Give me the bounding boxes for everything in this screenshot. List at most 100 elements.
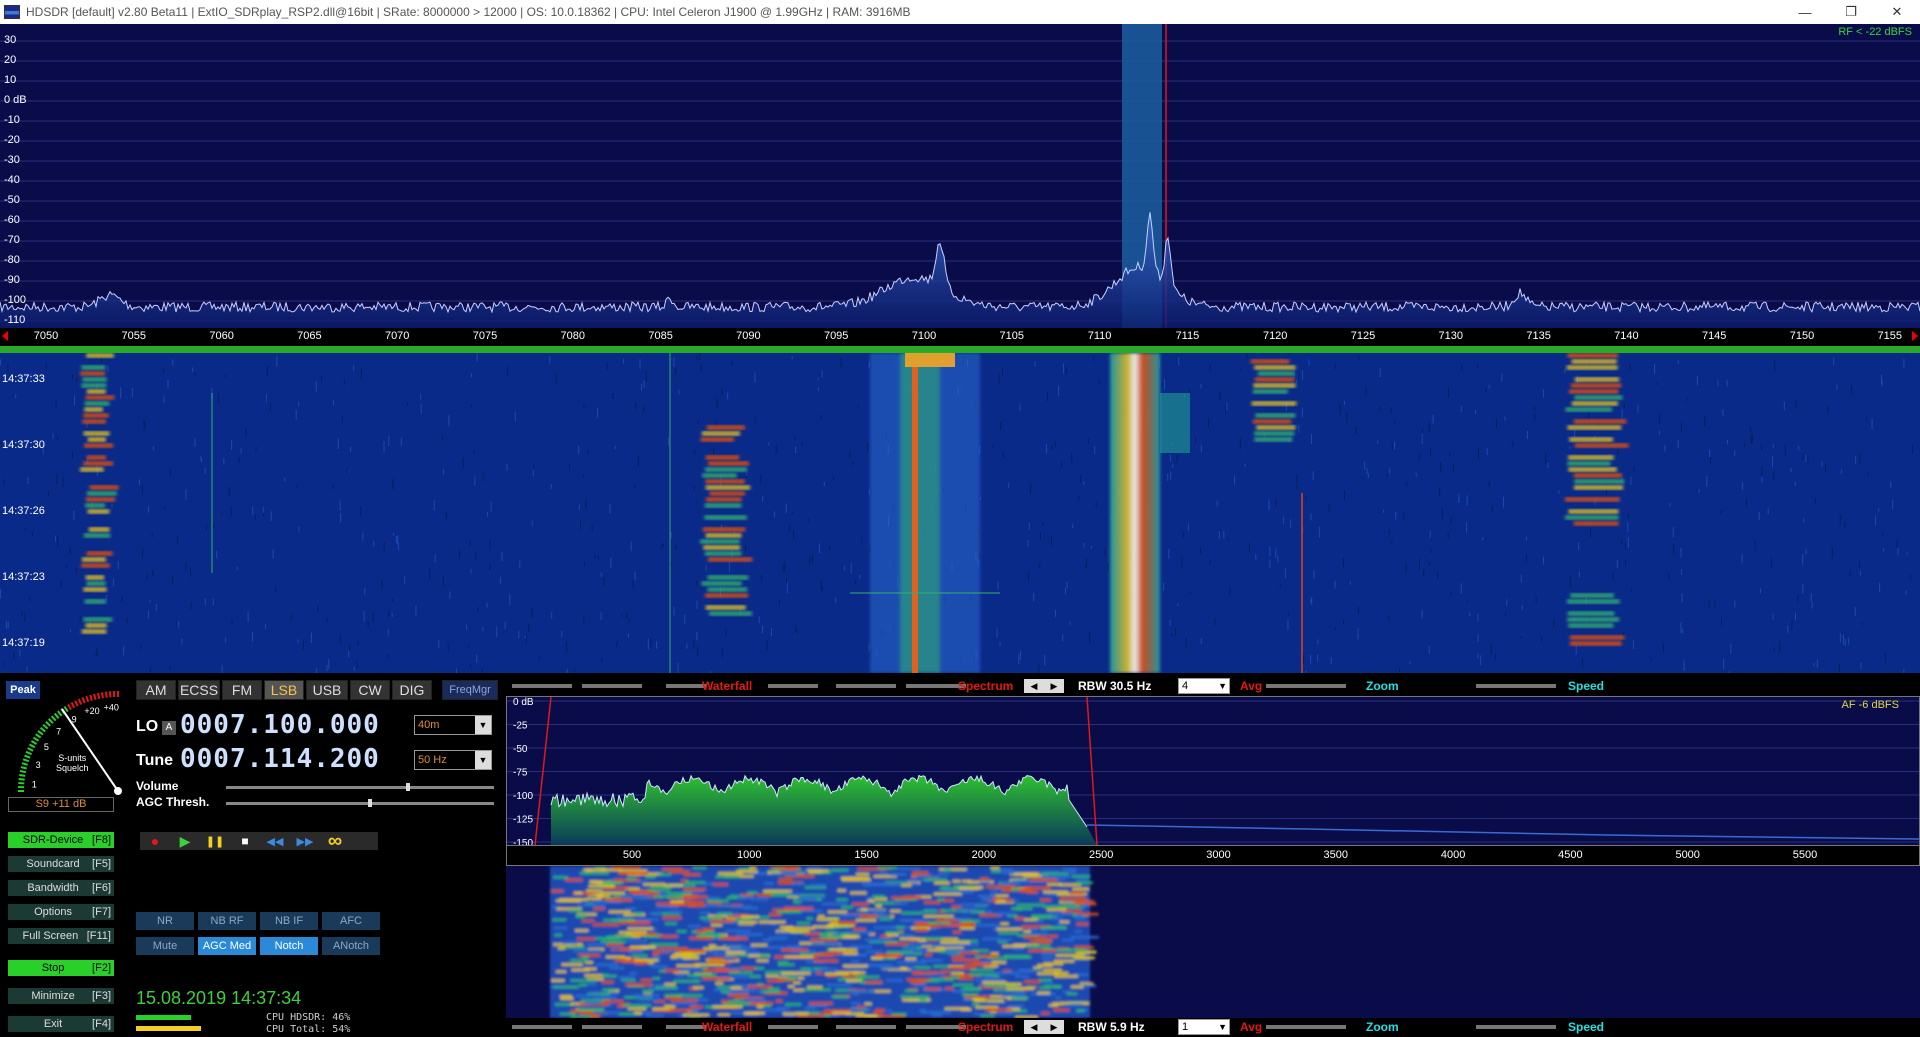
rf-spectrum-display[interactable]: 30 20 10 0 dB -10 -20 -30 -40 -50 -60 -70 -80 -90 -10… [0,24,1920,328]
chevron-down-icon[interactable]: ▼ [475,751,491,769]
mini-slider[interactable] [768,684,818,688]
avg-select[interactable]: 1 ▼ [1178,1019,1230,1035]
volume-slider[interactable] [226,786,494,789]
rbw-arrows[interactable]: ◀ ▶ [1024,1020,1064,1034]
freqmgr-button[interactable]: FreqMgr [442,680,498,700]
nb-if-button[interactable]: NB IF [260,912,318,930]
frequency-tick-label: 7100 [911,330,937,342]
zoom-label: Zoom [1366,1020,1399,1034]
avg-label: Avg [1240,679,1263,693]
af-frequency-tick-label: 4000 [1440,849,1466,861]
tune-frequency[interactable]: 0007.114.200 [180,744,380,774]
stop-icon[interactable]: ■ [230,834,260,848]
chevron-down-icon[interactable]: ▼ [1218,679,1227,693]
minimize-button[interactable]: — [1782,0,1828,24]
mode-button-usb[interactable]: USB [306,680,348,700]
mode-button-lsb[interactable]: LSB [264,680,304,700]
s-units-label: S-units Squelch [56,753,89,773]
agc-med-button[interactable]: AGC Med [198,937,256,955]
mini-slider[interactable] [768,1025,818,1029]
mini-slider[interactable] [836,1025,896,1029]
band-select[interactable]: 40m ▼ [414,715,492,735]
af-db-label: -50 [513,744,528,755]
agc-thresh-slider-thumb[interactable] [368,799,373,807]
restore-button[interactable]: ❐ [1828,0,1874,24]
mini-slider[interactable] [666,1025,706,1029]
mini-slider[interactable] [906,1025,966,1029]
anotch-button[interactable]: ANotch [322,937,380,955]
af-frequency-scale[interactable]: 500 1000 1500 2000 2500 3000 3500 4000 4500 5000 5… [506,846,1920,866]
side-button-label: Full Screen [22,930,79,942]
avg-select[interactable]: 4 ▼ [1178,678,1230,694]
mini-slider[interactable] [582,684,642,688]
mini-slider[interactable] [1266,1025,1346,1029]
zoom-label: Zoom [1366,679,1399,693]
volume-slider-thumb[interactable] [405,783,410,791]
side-button-exit[interactable]: Exit [F4] [8,1016,114,1032]
side-button-options[interactable]: Options [F7] [8,904,114,920]
lo-frequency[interactable]: 0007.100.000 [180,710,380,740]
db-tick-label: -30 [4,154,20,166]
s-meter: 1 3 5 7 9 +20 +40 Peak S-units Squelch S9 +11 … [0,673,130,813]
mini-slider[interactable] [666,684,706,688]
mini-slider[interactable] [1476,684,1556,688]
record-icon[interactable]: ● [140,833,170,849]
af-spectrum-display[interactable]: 0 dB -25 -50 -75 -100 -125 -150 AF -6 dBFS [506,696,1920,849]
nr-button[interactable]: NR [136,912,194,930]
frequency-tick-label: 7080 [560,330,586,342]
peak-button[interactable]: Peak [6,681,40,699]
cpu-hdsdr-text: CPU HDSDR: 46% [266,1012,351,1023]
arrow-right-icon[interactable]: ▶ [1051,1022,1058,1033]
rbw-arrows[interactable]: ◀ ▶ [1024,679,1064,693]
mode-button-ecss[interactable]: ECSS [178,680,220,700]
side-button-label: Exit [43,1018,63,1030]
mini-slider[interactable] [512,1025,572,1029]
scroll-right-icon[interactable] [1912,331,1918,341]
scroll-left-icon[interactable] [2,331,8,341]
chevron-down-icon[interactable]: ▼ [475,716,491,734]
afc-button[interactable]: AFC [322,912,380,930]
side-button-sdr-device[interactable]: SDR-Device [F8] [8,832,114,848]
mode-button-dig[interactable]: DIG [392,680,432,700]
rf-frequency-scale[interactable]: 7050 7055 7060 7065 7070 7075 7080 7085 7090 7095… [0,328,1920,346]
play-icon[interactable]: ▶ [170,833,200,850]
rewind-icon[interactable]: ◀◀ [260,835,290,848]
nb-rf-button[interactable]: NB RF [198,912,256,930]
side-button-minimize[interactable]: Minimize [F3] [8,988,114,1004]
mini-slider[interactable] [836,684,896,688]
agc-thresh-slider[interactable] [226,802,494,805]
af-frequency-tick-label: 5000 [1675,849,1700,861]
loop-icon[interactable]: ∞ [320,830,350,853]
mini-slider[interactable] [512,684,572,688]
mute-button[interactable]: Mute [136,937,194,955]
af-waterfall-display[interactable] [506,866,1920,1018]
mini-slider[interactable] [906,684,966,688]
mini-slider[interactable] [582,1025,642,1029]
side-button-bandwidth[interactable]: Bandwidth [F6] [8,880,114,896]
fast-forward-icon[interactable]: ▶▶ [290,835,320,848]
side-button-stop[interactable]: Stop [F2] [8,960,114,976]
pause-icon[interactable]: ❚❚ [200,835,230,848]
af-frequency-tick-label: 2000 [971,849,997,861]
chevron-down-icon[interactable]: ▼ [1218,1020,1227,1034]
side-button-label: Minimize [31,990,75,1002]
arrow-left-icon[interactable]: ◀ [1031,681,1038,692]
arrow-right-icon[interactable]: ▶ [1051,681,1058,692]
mode-button-fm[interactable]: FM [222,680,262,700]
side-button-full-screen[interactable]: Full Screen [F11] [8,928,114,944]
mode-button-cw[interactable]: CW [350,680,390,700]
mini-slider[interactable] [1266,684,1346,688]
notch-button[interactable]: Notch [260,937,318,955]
af-frequency-tick-label: 1000 [737,849,762,861]
side-button-soundcard[interactable]: Soundcard [F5] [8,856,114,872]
waterfall-timestamp: 14:37:33 [2,373,45,385]
close-button[interactable]: ✕ [1874,0,1920,24]
s-units-text: S-units [58,753,87,763]
mini-slider[interactable] [1476,1025,1556,1029]
rf-waterfall-display[interactable]: 14:37:33 14:37:30 14:37:26 14:37:23 14:37:19 [0,353,1920,673]
mode-button-am[interactable]: AM [136,680,176,700]
arrow-left-icon[interactable]: ◀ [1031,1022,1038,1033]
lo-a-button[interactable]: A [162,721,176,735]
playback-controls: ● ▶ ❚❚ ■ ◀◀ ▶▶ ∞ [140,830,378,853]
step-select[interactable]: 50 Hz ▼ [414,750,492,770]
